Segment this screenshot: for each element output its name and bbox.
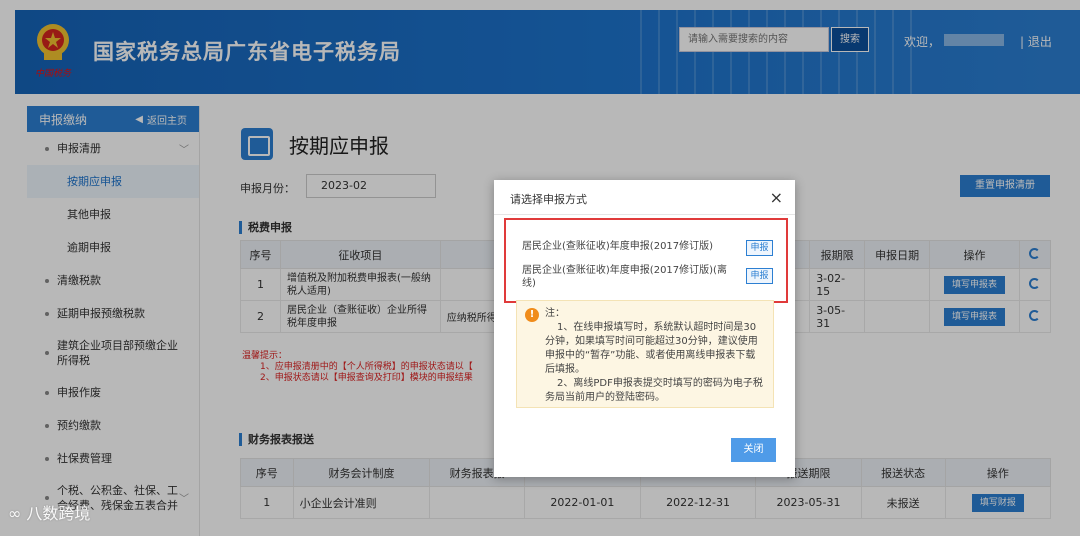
note-title: 注： — [545, 308, 565, 319]
option-offline-label: 居民企业(查账征收)年度申报(2017修订版)(离线) — [522, 265, 727, 289]
watermark: ∞ 八数跨境 — [8, 504, 91, 523]
warning-icon: ! — [525, 308, 539, 322]
declare-offline-button[interactable]: 申报 — [746, 268, 773, 284]
option-highlight-box: 居民企业(查账征收)年度申报(2017修订版) 申报 居民企业(查账征收)年度申… — [504, 218, 788, 303]
close-button[interactable]: 关闭 — [731, 438, 776, 462]
option-online-label: 居民企业(查账征收)年度申报(2017修订版) — [522, 241, 714, 252]
watermark-logo-icon: ∞ — [8, 504, 22, 523]
dialog-title: 请选择申报方式 — [510, 193, 587, 206]
close-icon[interactable]: × — [770, 188, 783, 207]
note-item: 1、在线申报填写时，系统默认超时时间是30分钟，如果填写时间可能超过30分钟，建… — [545, 322, 758, 375]
divider — [494, 214, 795, 215]
note-box: ! 注： 1、在线申报填写时，系统默认超时时间是30分钟，如果填写时间可能超过3… — [516, 300, 774, 408]
declare-online-button[interactable]: 申报 — [746, 240, 773, 256]
declaration-method-dialog: 请选择申报方式 × 居民企业(查账征收)年度申报(2017修订版) 申报 居民企… — [494, 180, 795, 477]
note-item: 2、离线PDF申报表提交时填写的密码为电子税务局当前用户的登陆密码。 — [545, 378, 763, 403]
